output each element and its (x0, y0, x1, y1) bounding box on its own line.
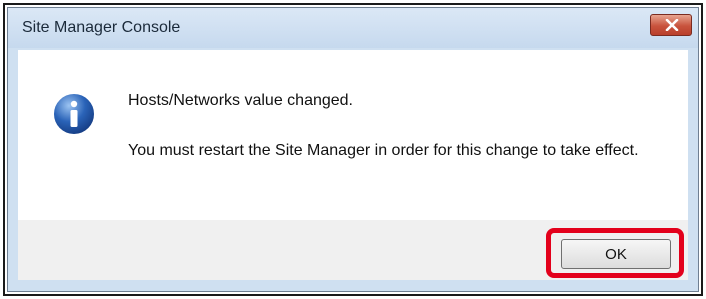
button-bar: OK (18, 220, 688, 280)
message-dialog: Site Manager Console Hosts/Networks valu… (7, 7, 699, 292)
info-icon (52, 92, 96, 136)
message-heading: Hosts/Networks value changed. (128, 92, 353, 109)
ok-button[interactable]: OK (561, 239, 671, 269)
message-body: You must restart the Site Manager in ord… (128, 142, 639, 159)
close-icon (665, 19, 679, 31)
message-area: Hosts/Networks value changed. You must r… (18, 50, 688, 220)
ok-button-highlight: OK (546, 228, 684, 278)
title-bar[interactable]: Site Manager Console (8, 8, 698, 48)
dialog-title: Site Manager Console (22, 19, 181, 36)
close-button[interactable] (650, 14, 692, 36)
dialog-client-area: Hosts/Networks value changed. You must r… (18, 50, 688, 280)
